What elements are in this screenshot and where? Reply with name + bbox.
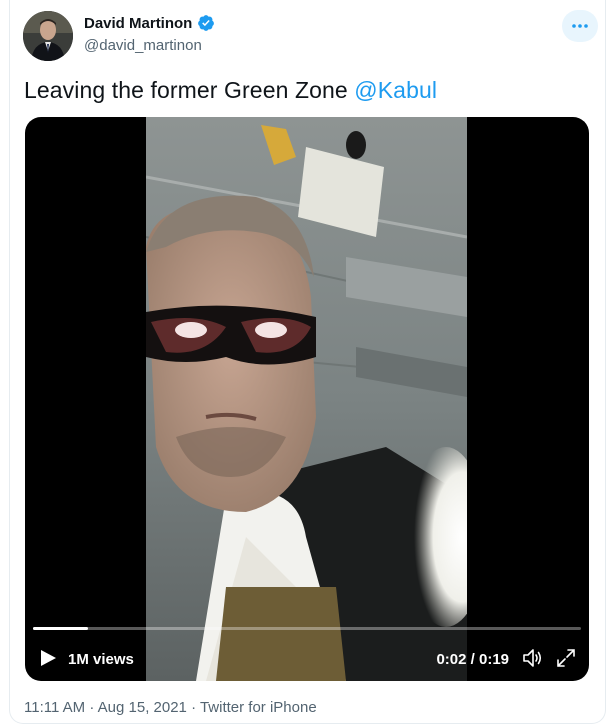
video-player[interactable]: 1M views 0:02 / 0:19: [25, 117, 589, 681]
mention-link[interactable]: @Kabul: [354, 77, 437, 103]
volume-icon[interactable]: [521, 647, 543, 669]
progress-track[interactable]: [33, 627, 581, 630]
more-button[interactable]: [562, 10, 598, 42]
play-icon[interactable]: [39, 649, 57, 667]
progress-fill: [33, 627, 88, 630]
author-name[interactable]: David Martinon: [84, 15, 192, 32]
avatar-photo: [23, 11, 73, 61]
tweet-body: Leaving the former Green Zone: [24, 77, 355, 103]
view-count: 1M views: [68, 651, 134, 668]
author-handle[interactable]: @david_martinon: [84, 37, 202, 54]
avatar[interactable]: [23, 11, 73, 61]
verified-badge-icon: [198, 15, 215, 31]
video-still: [146, 117, 467, 681]
author-name-row: David Martinon: [84, 14, 215, 32]
fullscreen-icon[interactable]: [555, 647, 577, 669]
video-frame: [146, 117, 467, 681]
tweet-text: Leaving the former Green Zone @Kabul: [24, 77, 437, 104]
more-icon: [572, 24, 588, 28]
video-time: 0:02 / 0:19: [436, 651, 509, 668]
tweet-meta[interactable]: 11:11 AM · Aug 15, 2021 · Twitter for iP…: [24, 699, 317, 716]
